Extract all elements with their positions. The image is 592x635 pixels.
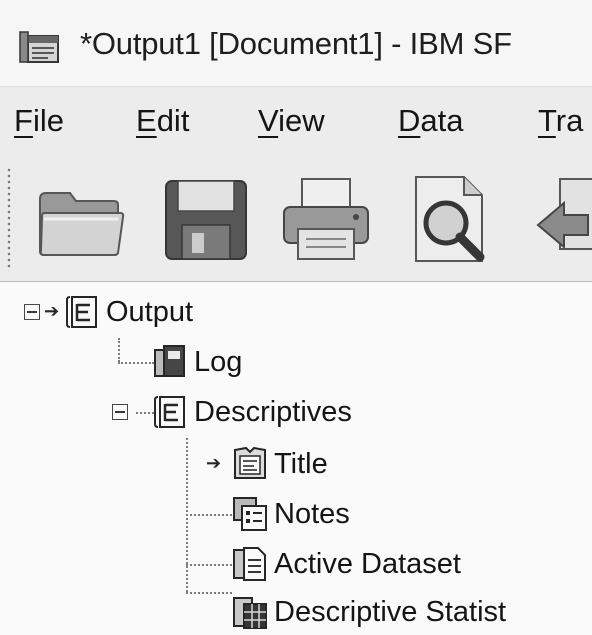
tree-connector	[118, 362, 154, 364]
menu-edit[interactable]: Edit	[136, 103, 189, 139]
notes-table-icon	[232, 496, 268, 532]
tree-node-output[interactable]: Output	[64, 292, 193, 332]
open-button[interactable]	[30, 169, 130, 269]
tree-node-log[interactable]: Log	[152, 342, 242, 382]
dataset-doc-icon	[232, 546, 268, 582]
tree-node-active-dataset[interactable]: Active Dataset	[232, 544, 461, 584]
title-page-icon	[232, 446, 268, 482]
save-button[interactable]	[156, 169, 256, 269]
print-preview-icon	[398, 169, 498, 269]
menu-data[interactable]: Data	[398, 103, 464, 139]
window-title-bar: *Output1 [Document1] - IBM SF	[0, 0, 592, 86]
toolbar-grip[interactable]	[6, 167, 12, 271]
menu-view[interactable]: View	[258, 103, 325, 139]
current-item-arrow-icon: ➔	[206, 453, 222, 473]
current-item-arrow-icon: ➔	[44, 301, 60, 321]
tree-label-descriptive-statistics: Descriptive Statist	[274, 595, 507, 628]
collapse-output-toggle[interactable]	[24, 304, 40, 320]
tree-label-notes: Notes	[274, 497, 350, 530]
tree-label-output: Output	[106, 295, 194, 328]
print-preview-button[interactable]	[398, 169, 498, 269]
log-book-icon	[152, 344, 188, 380]
tree-connector	[118, 338, 120, 362]
folder-open-icon	[30, 169, 130, 269]
tree-label-title: Title	[274, 447, 328, 480]
tree-connector	[186, 564, 232, 566]
statistics-table-icon	[232, 594, 268, 630]
menu-bar: File Edit View Data Tra	[0, 86, 592, 158]
tree-label-log: Log	[194, 345, 243, 378]
export-icon	[530, 169, 592, 269]
menu-file[interactable]: File	[14, 103, 64, 139]
output-outline-tree: ➔ Output Log Descriptives ➔ Title Notes …	[0, 282, 592, 635]
tree-node-descriptive-statistics[interactable]: Descriptive Statist	[232, 592, 506, 632]
tree-connector	[186, 592, 232, 594]
floppy-save-icon	[156, 169, 256, 269]
spss-output-app-icon	[18, 30, 62, 66]
export-button[interactable]	[530, 169, 592, 269]
tree-node-title[interactable]: Title	[232, 444, 328, 484]
tree-label-descriptives: Descriptives	[194, 395, 352, 428]
outline-book-icon	[64, 294, 100, 330]
toolbar	[0, 157, 592, 283]
print-button[interactable]	[276, 169, 376, 269]
menu-transform[interactable]: Tra	[538, 103, 583, 139]
printer-icon	[276, 169, 376, 269]
window-title: *Output1 [Document1] - IBM SF	[80, 26, 512, 61]
tree-node-notes[interactable]: Notes	[232, 494, 350, 534]
tree-connector	[186, 514, 232, 516]
tree-label-active-dataset: Active Dataset	[274, 547, 461, 580]
collapse-descriptives-toggle[interactable]	[112, 404, 128, 420]
outline-book-icon	[152, 394, 188, 430]
tree-node-descriptives[interactable]: Descriptives	[152, 392, 352, 432]
